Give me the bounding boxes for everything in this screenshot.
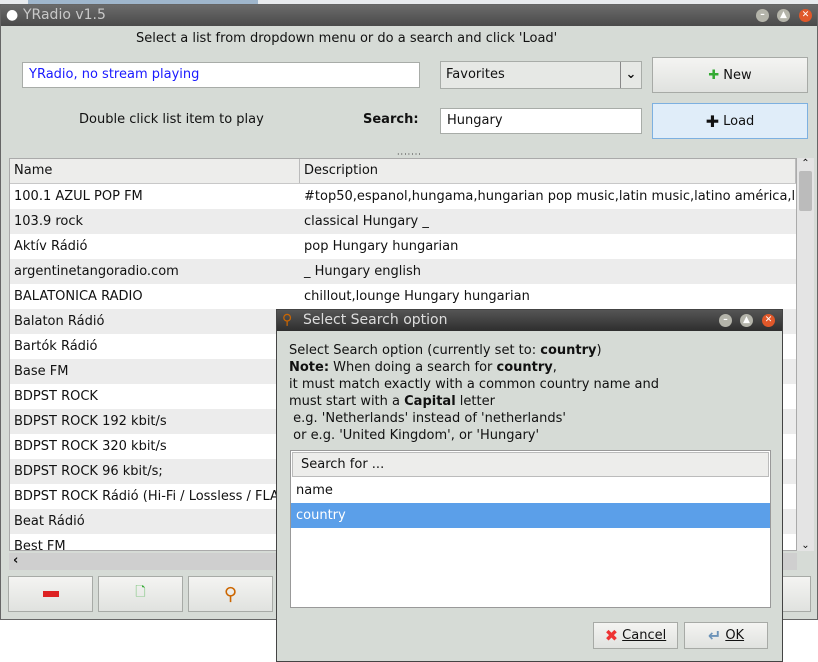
station-name: Base FM (14, 364, 69, 379)
app-icon: ● (6, 7, 19, 23)
search-option-dialog: ⚲ Select Search option – ▲ ✕ Select Sear… (276, 309, 783, 662)
search-input[interactable]: Hungary (440, 108, 642, 134)
x-icon: ✖ (604, 626, 619, 645)
minimize-icon[interactable]: – (756, 9, 769, 22)
instruction-text: Select a list from dropdown menu or do a… (136, 31, 558, 46)
table-row[interactable]: 100.1 AZUL POP FM #top50,espanol,hungama,… (10, 184, 796, 209)
dialog-message: Select Search option (currently set to: … (289, 343, 659, 443)
ok-button[interactable]: ↵ OK (684, 622, 768, 649)
list-dropdown[interactable]: Favorites ⌄ (440, 61, 642, 89)
station-name: BALATONICA RADIO (14, 289, 143, 304)
search-option-list[interactable]: Search for ... name country (290, 450, 771, 608)
load-label: Load (723, 113, 755, 129)
remove-button[interactable] (8, 576, 93, 612)
station-name: argentinetangoradio.com (14, 264, 179, 279)
station-description: chillout,lounge Hungary hungarian (304, 289, 530, 304)
station-description: classical Hungary _ (304, 214, 429, 229)
table-row[interactable]: BALATONICA RADIO chillout,lounge Hungary … (10, 284, 796, 309)
station-description: _ Hungary english (304, 264, 421, 279)
maximize-icon[interactable]: ▲ (740, 314, 753, 327)
station-description: #top50,espanol,hungama,hungarian pop mus… (304, 189, 796, 204)
list-header: Search for ... (292, 452, 769, 477)
close-icon[interactable]: ✕ (762, 314, 775, 327)
station-name: BDPST ROCK 96 kbit/s; (14, 464, 163, 479)
station-name: 103.9 rock (14, 214, 84, 229)
title-bar: ● YRadio v1.5 – ▲ ✕ (1, 5, 817, 26)
cancel-button[interactable]: ✖ Cancel (593, 622, 678, 649)
table-row[interactable]: argentinetangoradio.com _ Hungary english (10, 259, 796, 284)
station-name: BDPST ROCK (14, 389, 98, 404)
dropdown-value: Favorites (446, 67, 505, 82)
cancel-label: Cancel (622, 628, 667, 643)
add-file-button[interactable]: 🗋 (98, 576, 183, 612)
station-name: BDPST ROCK 192 kbit/s (14, 414, 167, 429)
station-name: Best FM (14, 539, 66, 551)
station-name: Beat Rádió (14, 514, 85, 529)
magnifier-icon: ⚲ (223, 583, 238, 605)
table-row[interactable]: 103.9 rock classical Hungary _ (10, 209, 796, 234)
new-list-icon: ✚ (708, 67, 720, 83)
return-arrow-icon: ↵ (707, 626, 722, 645)
window-title: YRadio v1.5 (23, 7, 106, 23)
station-name: Balaton Rádió (14, 314, 105, 329)
station-name: BDPST ROCK Rádió (Hi-Fi / Lossless / FLA… (14, 489, 293, 504)
column-header-description[interactable]: Description (300, 159, 796, 183)
vertical-scrollbar[interactable]: ⌃ ⌄ (797, 158, 814, 551)
magnifier-icon: ⚲ (282, 312, 293, 328)
column-header-name[interactable]: Name (10, 159, 300, 183)
load-button[interactable]: ✚ Load (652, 103, 808, 139)
hint-text: Double click list item to play (79, 112, 264, 127)
minus-icon (42, 591, 59, 597)
station-name: Aktív Rádió (14, 239, 88, 254)
status-field: YRadio, no stream playing (22, 62, 420, 88)
dialog-title: Select Search option (303, 312, 448, 328)
station-name: Bartók Rádió (14, 339, 98, 354)
new-button[interactable]: ✚ New (652, 57, 808, 93)
search-option-button[interactable]: ⚲ (188, 576, 273, 612)
minimize-icon[interactable]: – (719, 314, 732, 327)
dialog-title-bar: ⚲ Select Search option – ▲ ✕ (277, 310, 782, 331)
station-name: 100.1 AZUL POP FM (14, 189, 143, 204)
new-label: New (723, 67, 752, 83)
table-row[interactable]: Aktív Rádió pop Hungary hungarian (10, 234, 796, 259)
chevron-down-icon[interactable]: ⌄ (620, 62, 641, 88)
station-description: pop Hungary hungarian (304, 239, 459, 254)
close-icon[interactable]: ✕ (799, 9, 812, 22)
maximize-icon[interactable]: ▲ (777, 9, 790, 22)
station-name: BDPST ROCK 320 kbit/s (14, 439, 167, 454)
option-name[interactable]: name (291, 478, 770, 503)
plus-icon: ✚ (705, 111, 720, 131)
option-country[interactable]: country (291, 503, 770, 528)
scroll-thumb[interactable] (799, 171, 812, 211)
table-header: Name Description (10, 159, 796, 184)
ok-label: OK (725, 628, 745, 643)
add-file-icon: 🗋 (135, 585, 146, 600)
search-label: Search: (363, 112, 419, 127)
